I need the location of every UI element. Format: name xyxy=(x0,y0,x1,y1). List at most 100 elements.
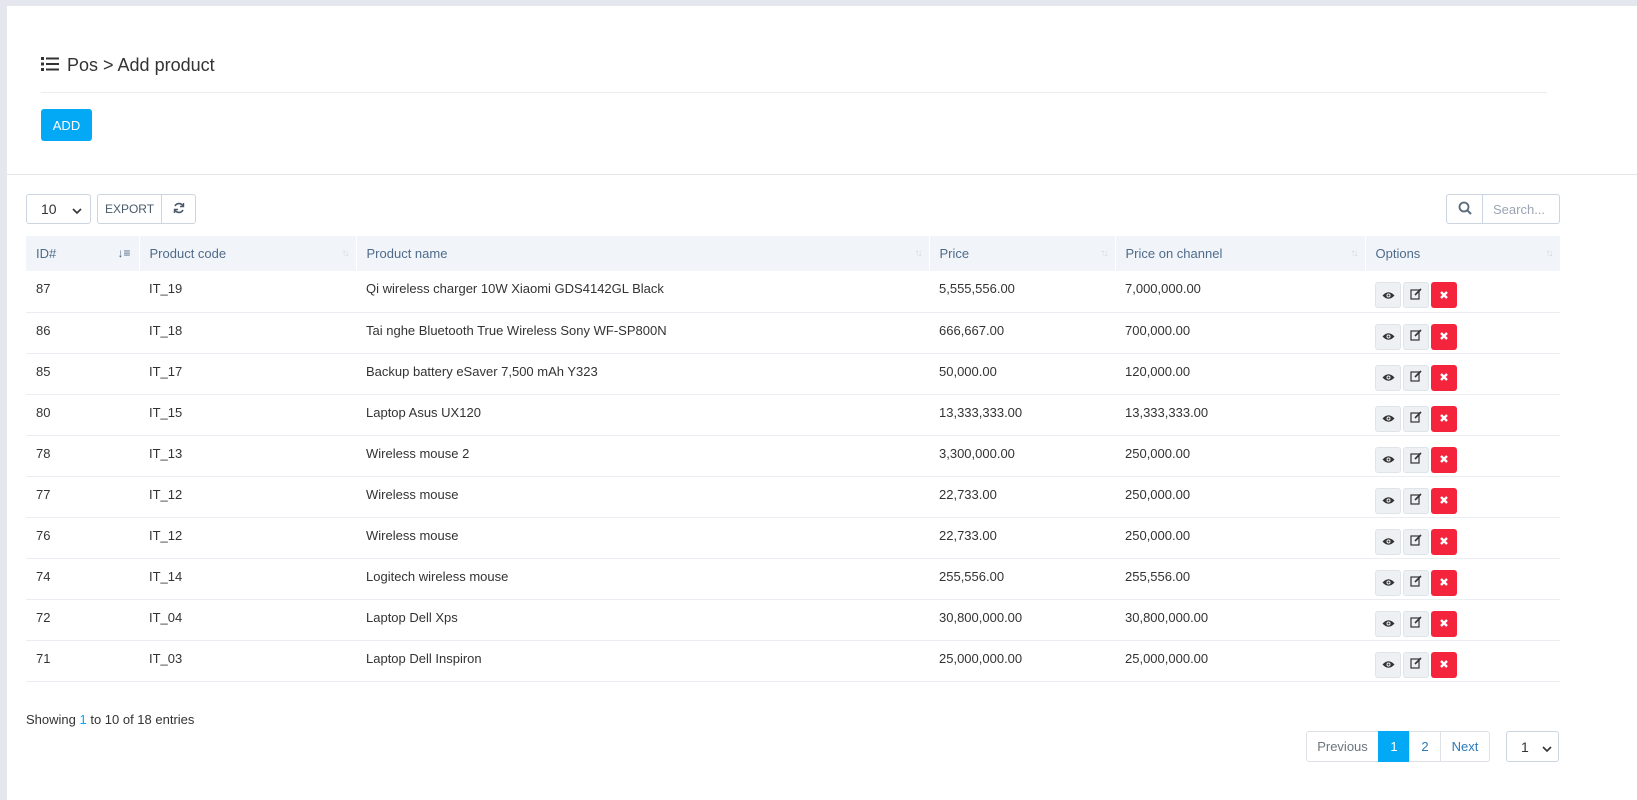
view-button[interactable] xyxy=(1375,364,1401,391)
cell-price: 3,300,000.00 xyxy=(939,445,1015,461)
cell-id: 77 xyxy=(36,486,51,502)
edit-icon xyxy=(1410,452,1422,467)
sort-icon: ↑↓ xyxy=(1100,248,1109,259)
close-icon xyxy=(1439,534,1449,549)
table-row: 80 IT_15 Laptop Asus UX120 13,333,333.00 13,… xyxy=(26,394,1560,435)
view-button[interactable] xyxy=(1375,405,1401,432)
delete-button[interactable] xyxy=(1431,405,1457,432)
cell-price-channel: 255,556.00 xyxy=(1125,568,1191,584)
edit-icon xyxy=(1410,370,1422,385)
table-row: 74 IT_14 Logitech wireless mouse 255,556.00… xyxy=(26,558,1560,599)
cell-options xyxy=(1365,599,1560,640)
cell-price-channel: 25,000,000.00 xyxy=(1125,650,1209,666)
cell-options xyxy=(1365,353,1560,394)
eye-icon xyxy=(1382,411,1395,426)
view-button[interactable] xyxy=(1375,610,1401,637)
column-header-name[interactable]: Product name ↑↓ xyxy=(356,236,930,271)
sort-icon: ↑↓ xyxy=(341,248,350,259)
next-page-button[interactable]: Next xyxy=(1440,731,1490,762)
cell-code: IT_15 xyxy=(149,404,183,420)
delete-button[interactable] xyxy=(1431,446,1457,473)
search-button[interactable] xyxy=(1446,194,1483,224)
view-button[interactable] xyxy=(1375,528,1401,555)
table-row: 76 IT_12 Wireless mouse 22,733.00 250,000.00 xyxy=(26,517,1560,558)
eye-icon xyxy=(1382,370,1395,385)
close-icon xyxy=(1439,452,1449,467)
column-header-code[interactable]: Product code ↑↓ xyxy=(139,236,357,271)
column-header-price[interactable]: Price ↑↓ xyxy=(929,236,1116,271)
delete-button[interactable] xyxy=(1431,569,1457,596)
search-input[interactable] xyxy=(1483,194,1560,224)
delete-button[interactable] xyxy=(1431,364,1457,391)
column-header-price-channel[interactable]: Price on channel ↑↓ xyxy=(1115,236,1366,271)
edit-button[interactable] xyxy=(1403,323,1429,350)
cell-price-channel: 120,000.00 xyxy=(1125,363,1191,379)
cell-price: 30,800,000.00 xyxy=(939,609,1023,625)
edit-button[interactable] xyxy=(1403,487,1429,514)
cell-name: Backup battery eSaver 7,500 mAh Y323 xyxy=(366,363,598,379)
refresh-button[interactable] xyxy=(162,194,196,224)
column-header-id[interactable]: ID# ↓≡ xyxy=(26,236,140,271)
cell-name: Logitech wireless mouse xyxy=(366,568,509,584)
cell-price-channel: 250,000.00 xyxy=(1125,445,1191,461)
page-length-select[interactable]: 10 xyxy=(26,194,91,224)
cell-options xyxy=(1365,312,1560,353)
edit-icon xyxy=(1410,657,1422,672)
cell-name: Wireless mouse 2 xyxy=(366,445,470,461)
cell-options xyxy=(1365,476,1560,517)
view-button[interactable] xyxy=(1375,651,1401,678)
pagination: Previous 1 2 Next xyxy=(1306,731,1490,762)
cell-price-channel: 250,000.00 xyxy=(1125,486,1191,502)
export-button[interactable]: EXPORT xyxy=(97,194,162,224)
view-button[interactable] xyxy=(1375,446,1401,473)
column-header-options[interactable]: Options ↑↓ xyxy=(1365,236,1561,271)
edit-button[interactable] xyxy=(1403,528,1429,555)
view-button[interactable] xyxy=(1375,569,1401,596)
cell-name: Wireless mouse xyxy=(366,527,459,543)
eye-icon xyxy=(1382,288,1395,303)
edit-button[interactable] xyxy=(1403,405,1429,432)
page-1-button[interactable]: 1 xyxy=(1378,731,1410,762)
delete-button[interactable] xyxy=(1431,651,1457,678)
edit-button[interactable] xyxy=(1403,364,1429,391)
cell-code: IT_13 xyxy=(149,445,183,461)
add-button[interactable]: ADD xyxy=(41,109,92,141)
delete-button[interactable] xyxy=(1431,610,1457,637)
view-button[interactable] xyxy=(1375,323,1401,350)
edit-button[interactable] xyxy=(1403,446,1429,473)
cell-code: IT_12 xyxy=(149,527,183,543)
close-icon xyxy=(1439,411,1449,426)
view-button[interactable] xyxy=(1375,282,1401,308)
eye-icon xyxy=(1382,452,1395,467)
delete-button[interactable] xyxy=(1431,528,1457,555)
sort-icon: ↑↓ xyxy=(1545,248,1554,259)
cell-price-channel: 30,800,000.00 xyxy=(1125,609,1209,625)
page-jump-select[interactable]: 1 xyxy=(1506,731,1559,762)
previous-page-button[interactable]: Previous xyxy=(1306,731,1379,762)
edit-button[interactable] xyxy=(1403,651,1429,678)
eye-icon xyxy=(1382,493,1395,508)
cell-id: 85 xyxy=(36,363,51,379)
eye-icon xyxy=(1382,657,1395,672)
edit-button[interactable] xyxy=(1403,610,1429,637)
edit-icon xyxy=(1410,534,1422,549)
delete-button[interactable] xyxy=(1431,282,1457,308)
edit-button[interactable] xyxy=(1403,569,1429,596)
page-2-button[interactable]: 2 xyxy=(1409,731,1441,762)
cell-price: 22,733.00 xyxy=(939,527,997,543)
cell-id: 71 xyxy=(36,650,51,666)
edit-button[interactable] xyxy=(1403,282,1429,308)
cell-id: 74 xyxy=(36,568,51,584)
cell-code: IT_18 xyxy=(149,322,183,338)
edit-icon xyxy=(1410,329,1422,344)
cell-id: 87 xyxy=(36,281,51,296)
delete-button[interactable] xyxy=(1431,323,1457,350)
delete-button[interactable] xyxy=(1431,487,1457,514)
view-button[interactable] xyxy=(1375,487,1401,514)
close-icon xyxy=(1439,616,1449,631)
cell-name: Wireless mouse xyxy=(366,486,459,502)
edit-icon xyxy=(1410,411,1422,426)
cell-id: 86 xyxy=(36,322,51,338)
cell-price: 255,556.00 xyxy=(939,568,1005,584)
eye-icon xyxy=(1382,616,1395,631)
